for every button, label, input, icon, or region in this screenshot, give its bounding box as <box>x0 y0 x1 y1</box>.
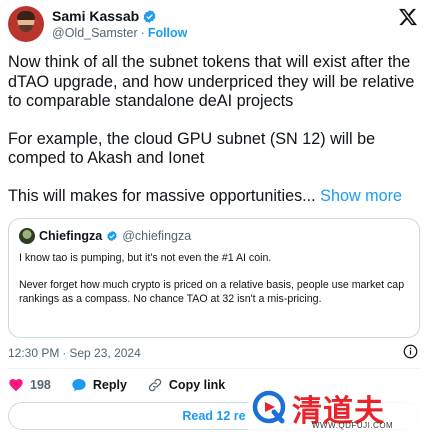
quote-body: I know tao is pumping, but it's not even… <box>19 251 409 306</box>
author-name[interactable]: Sami Kassab <box>52 8 139 24</box>
info-icon[interactable] <box>403 344 418 359</box>
tweet-paragraph: Now think of all the subnet tokens that … <box>8 53 415 110</box>
author-avatar[interactable] <box>8 6 44 42</box>
author-sub-row: @Old_Samster · Follow <box>52 26 187 40</box>
verified-badge-icon <box>107 230 117 242</box>
avatar-hair <box>17 11 35 20</box>
watermark-logo-icon <box>252 390 286 424</box>
like-count: 198 <box>30 378 51 392</box>
tweet-last-line: This will makes for massive opportunitie… <box>8 187 420 207</box>
avatar-beard <box>19 25 33 32</box>
tweet-truncated-text: This will makes for massive opportunitie… <box>8 186 316 205</box>
tweet-time: 12:30 PM <box>8 346 60 360</box>
read-replies-label: Read 12 re <box>182 409 246 423</box>
copy-link-label: Copy link <box>168 378 226 392</box>
reply-button[interactable]: Reply <box>71 377 127 393</box>
author-handle[interactable]: @Old_Samster <box>52 26 138 40</box>
link-icon <box>148 378 162 392</box>
divider <box>8 368 420 369</box>
quote-paragraph: I know tao is pumping, but it's not even… <box>19 252 272 264</box>
quote-author-handle: @chiefingza <box>122 229 192 243</box>
tweet-date: Sep 23, 2024 <box>69 346 141 360</box>
heart-icon <box>9 379 23 392</box>
reply-bubble-icon <box>72 379 86 392</box>
copy-link-button[interactable]: Copy link <box>147 377 225 393</box>
tweet-timestamp[interactable]: 12:30 PM · Sep 23, 2024 <box>8 346 141 360</box>
watermark-url: WWW.QDFUJI.COM <box>312 421 394 430</box>
action-bar: 198 Reply Copy link <box>8 377 245 393</box>
tweet-text: Now think of all the subnet tokens that … <box>8 53 420 224</box>
quote-header: Chiefingza @chiefingza <box>19 228 409 244</box>
quote-avatar <box>19 228 35 244</box>
tweet-paragraph: For example, the cloud GPU subnet (SN 12… <box>8 129 376 168</box>
x-logo-icon[interactable] <box>398 7 418 27</box>
quoted-tweet[interactable]: Chiefingza @chiefingza I know tao is pum… <box>8 218 420 338</box>
handle-separator: · <box>140 26 145 40</box>
quote-author-name: Chiefingza <box>39 229 103 243</box>
tweet-header: Sami Kassab @Old_Samster · Follow <box>8 6 420 42</box>
reply-label: Reply <box>92 378 127 392</box>
follow-button[interactable]: Follow <box>148 26 188 40</box>
meta-separator: · <box>62 346 67 360</box>
verified-badge-icon <box>143 9 156 23</box>
like-button[interactable]: 198 <box>8 377 51 393</box>
author-name-row: Sami Kassab <box>52 8 157 24</box>
watermark: 清道夫 WWW.QDFUJI.COM <box>248 384 420 434</box>
quote-paragraph: Never forget how much crypto is priced o… <box>19 279 405 305</box>
show-more-link[interactable]: Show more <box>320 187 402 205</box>
